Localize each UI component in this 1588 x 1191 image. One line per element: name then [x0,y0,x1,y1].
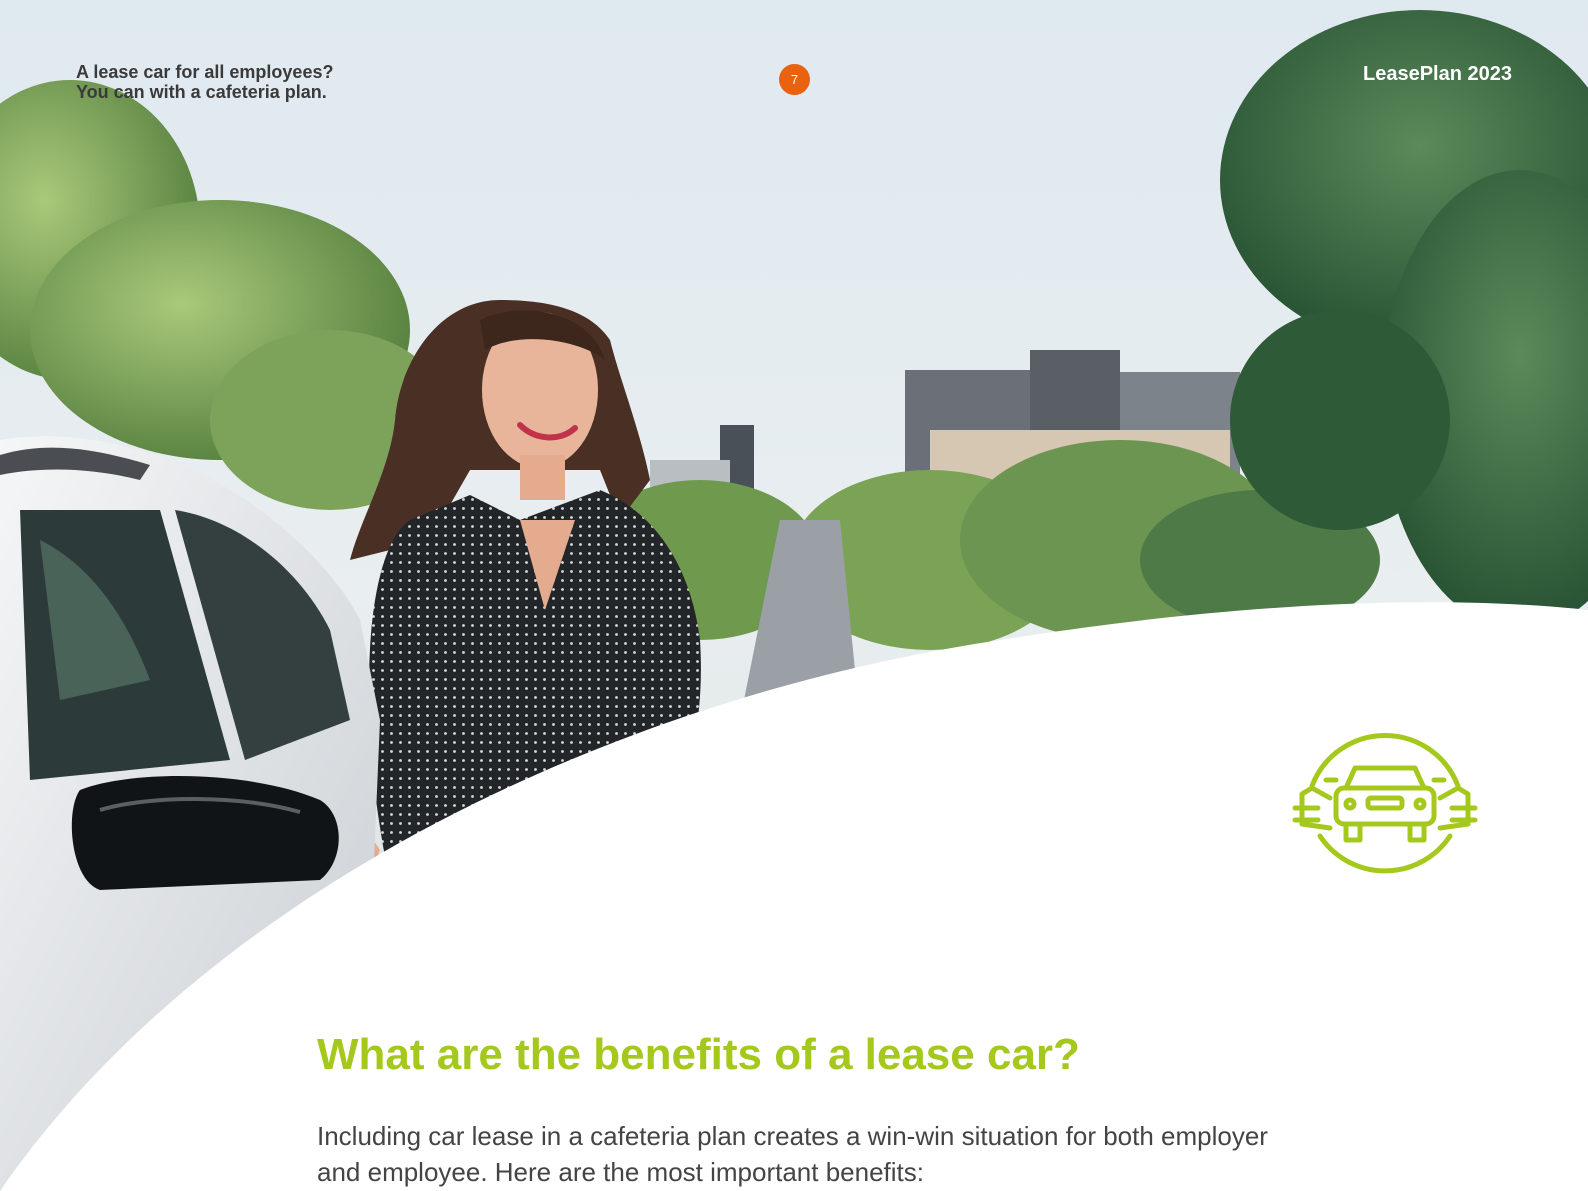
woman-beside-car-photo [0,0,1588,1191]
intro-paragraph: Including car lease in a cafeteria plan … [317,1118,1437,1190]
cars-in-circle-icon [1292,732,1478,874]
page-number-badge: 7 [779,64,810,95]
brand-label: LeasePlan 2023 [1363,63,1512,85]
document-title-line-2: You can with a cafeteria plan. [76,82,327,102]
section-heading: What are the benefits of a lease car? [317,1030,1080,1079]
document-title: A lease car for all employees? You can w… [76,62,333,102]
document-title-line-1: A lease car for all employees? [76,62,334,82]
brochure-page: A lease car for all employees? You can w… [0,0,1588,1191]
intro-paragraph-line-1: Including car lease in a cafeteria plan … [317,1121,1268,1151]
intro-paragraph-line-2: and employee. Here are the most importan… [317,1157,924,1187]
